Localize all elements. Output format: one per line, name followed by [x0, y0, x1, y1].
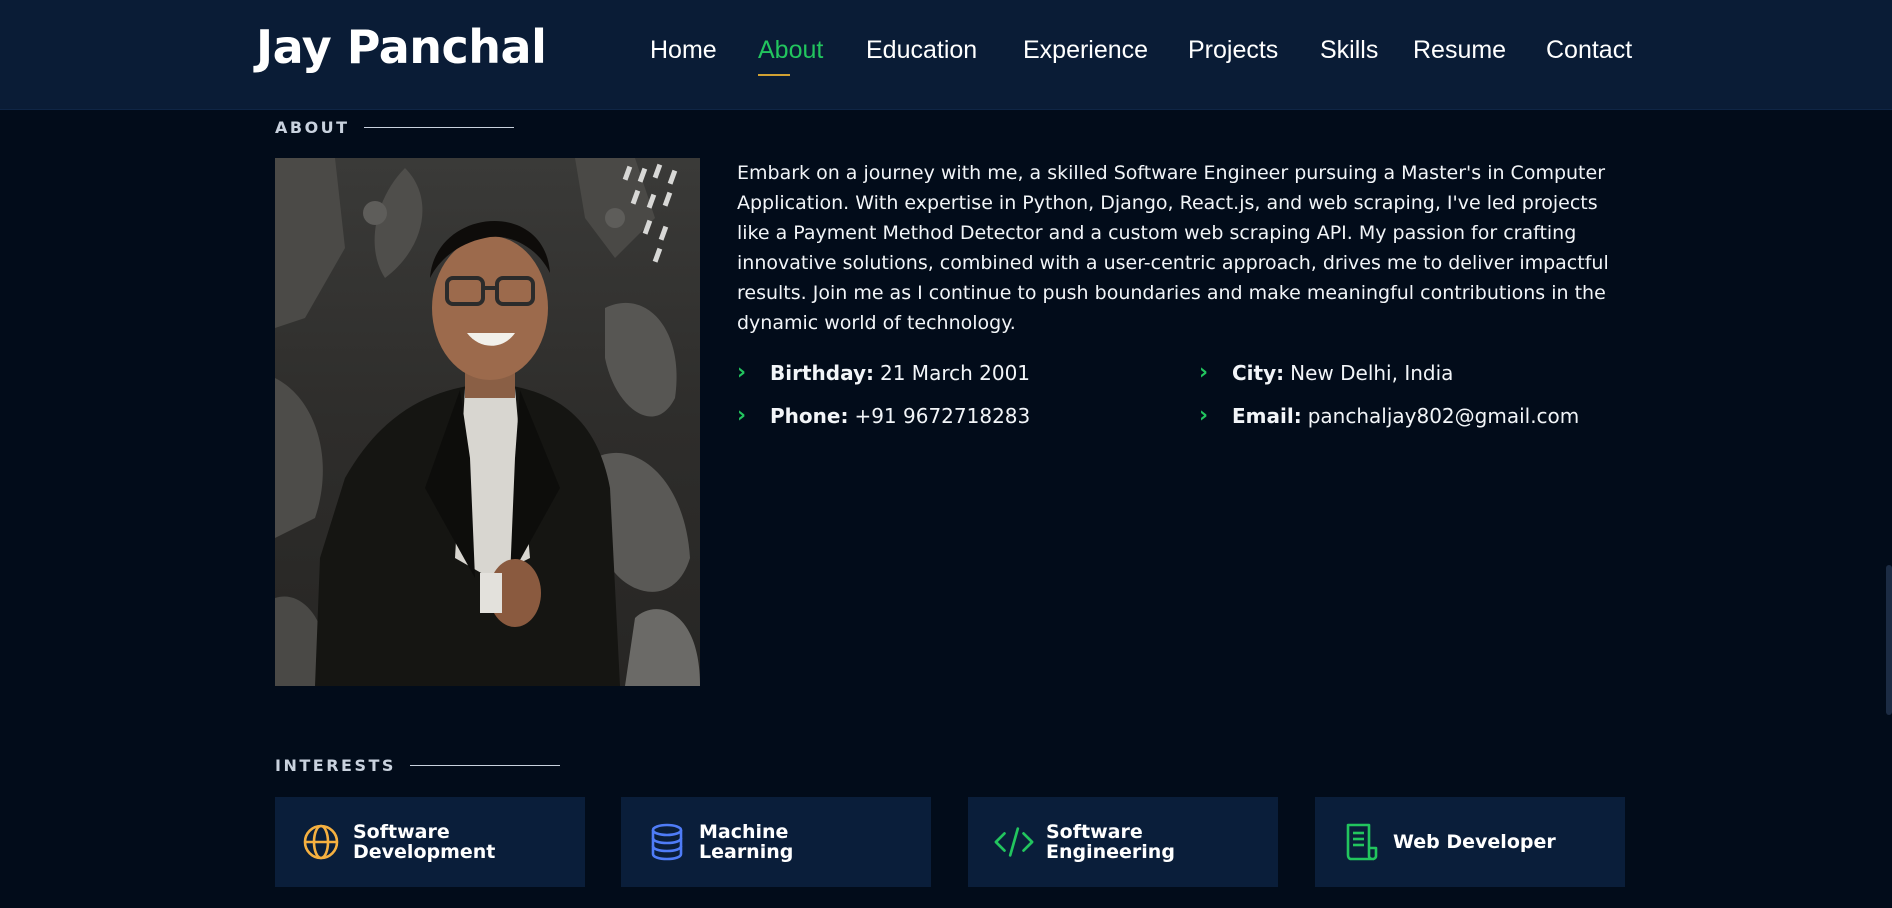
info-value: panchaljay802@gmail.com	[1307, 403, 1580, 428]
document-icon	[1341, 822, 1381, 862]
nav-experience[interactable]: Experience	[1023, 36, 1148, 65]
profile-photo-illustration	[275, 158, 700, 686]
chevron-right-icon: ›	[1199, 403, 1209, 428]
code-icon	[994, 822, 1034, 862]
about-title-text: ABOUT	[275, 118, 350, 137]
nav-education[interactable]: Education	[866, 36, 977, 65]
info-label: Phone:	[770, 403, 849, 428]
nav-contact[interactable]: Contact	[1546, 36, 1632, 65]
chevron-right-icon: ›	[737, 360, 747, 385]
nav-projects[interactable]: Projects	[1188, 36, 1278, 65]
interest-label: Web Developer	[1393, 831, 1556, 853]
chevron-right-icon: ›	[737, 403, 747, 428]
interest-card-web-developer[interactable]: Web Developer	[1315, 797, 1625, 887]
info-label: City:	[1232, 360, 1285, 385]
info-value: 21 March 2001	[880, 360, 1031, 385]
interest-label: Software Engineering	[1046, 821, 1175, 863]
about-paragraph: Embark on a journey with me, a skilled S…	[737, 162, 1609, 334]
info-label: Birthday:	[770, 360, 874, 385]
database-icon	[647, 822, 687, 862]
info-value: New Delhi, India	[1290, 360, 1454, 385]
nav-about[interactable]: About	[758, 36, 823, 76]
info-label: Email:	[1232, 403, 1302, 428]
interests-title-line	[409, 765, 560, 766]
info-value: +91 9672718283	[854, 403, 1031, 428]
info-phone: › Phone: +91 9672718283	[737, 403, 1030, 428]
interest-card-software-development[interactable]: Software Development	[275, 797, 585, 887]
page-scrollbar[interactable]	[1886, 565, 1892, 715]
nav-home[interactable]: Home	[650, 36, 717, 65]
nav-skills[interactable]: Skills	[1320, 36, 1378, 65]
interest-card-software-engineering[interactable]: Software Engineering	[968, 797, 1278, 887]
about-section-title: ABOUT	[275, 118, 514, 137]
profile-photo	[275, 158, 700, 686]
globe-icon	[301, 822, 341, 862]
about-title-line	[363, 127, 514, 128]
chevron-right-icon: ›	[1199, 360, 1209, 385]
interest-label: Software Development	[353, 821, 496, 863]
interests-title-text: INTERESTS	[275, 756, 396, 775]
site-header: Jay Panchal Home About Education Experie…	[0, 0, 1892, 110]
interests-section-title: INTERESTS	[275, 756, 560, 775]
nav-resume[interactable]: Resume	[1413, 36, 1506, 65]
info-email: › Email: panchaljay802@gmail.com	[1199, 403, 1579, 428]
interest-label: Machine Learning	[699, 821, 794, 863]
info-birthday: › Birthday: 21 March 2001	[737, 360, 1030, 385]
main-nav: Home About Education Experience Projects…	[630, 36, 1892, 76]
site-logo[interactable]: Jay Panchal	[256, 20, 547, 74]
info-city: › City: New Delhi, India	[1199, 360, 1453, 385]
interest-card-machine-learning[interactable]: Machine Learning	[621, 797, 931, 887]
